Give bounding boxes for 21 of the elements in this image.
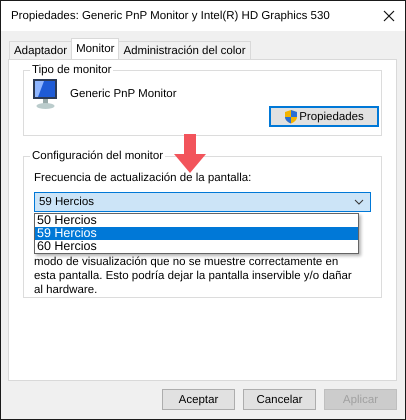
group-title: Configuración del monitor bbox=[31, 150, 164, 162]
dropdown-option[interactable]: 60 Hercios bbox=[35, 240, 358, 253]
dialog-button[interactable]: Cancelar bbox=[243, 389, 316, 410]
group-title: Tipo de monitor bbox=[31, 64, 112, 76]
dropdown-option[interactable]: 50 Hercios bbox=[35, 214, 358, 227]
monitor-name: Generic PnP Monitor bbox=[70, 88, 177, 100]
properties-button[interactable]: Propiedades bbox=[269, 106, 379, 127]
arrow-icon bbox=[173, 134, 207, 174]
refresh-rate-label: Frecuencia de actualización de la pantalla: bbox=[34, 172, 252, 184]
monitor-icon bbox=[30, 78, 60, 110]
shield-icon bbox=[284, 109, 298, 124]
warning-text: modo de visualización que no se muestre correctamente en esta pantalla. Esto podría dejar la pantalla inservible y/o dañar al hardware. bbox=[34, 255, 353, 297]
refresh-rate-dropdown[interactable]: 59 Hercios bbox=[34, 192, 371, 212]
tab[interactable]: Administración del color bbox=[118, 41, 251, 59]
window-title: Propiedades: Generic PnP Monitor y Intel(R) HD Graphics 530 bbox=[11, 10, 330, 22]
dropdown-option[interactable]: 59 Hercios bbox=[35, 227, 358, 240]
chevron-icon bbox=[354, 199, 364, 205]
dialog-button[interactable]: Aceptar bbox=[162, 389, 235, 410]
tab[interactable]: Monitor bbox=[71, 38, 120, 59]
close-icon[interactable] bbox=[383, 10, 395, 22]
tab[interactable]: Adaptador bbox=[9, 41, 72, 59]
